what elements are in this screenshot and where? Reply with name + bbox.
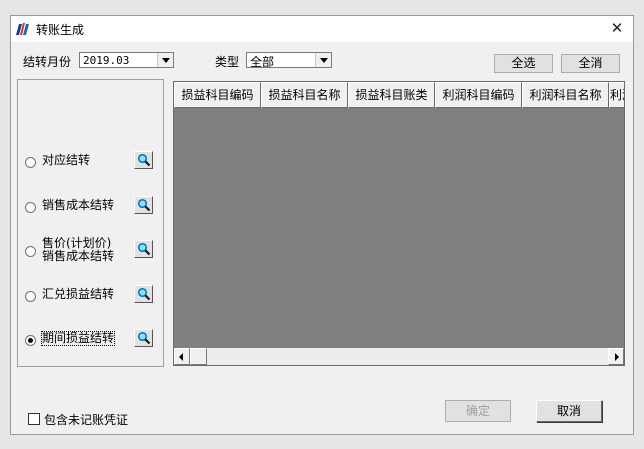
transfer-type-group [17,79,164,367]
scroll-left-icon[interactable] [174,348,190,365]
column-header[interactable]: 损益科目编码 [174,82,261,108]
chevron-down-icon[interactable] [157,53,173,67]
include-unposted-label: 包含未记账凭证 [44,413,129,427]
month-label: 结转月份 [23,55,72,69]
window-title: 转账生成 [36,23,85,37]
cancel-button[interactable]: 取消 [536,400,602,422]
option-label: 对应结转 [42,153,91,167]
month-value: 2019.03 [83,54,130,67]
scroll-thumb[interactable] [190,348,207,365]
magnifier-icon[interactable] [134,196,153,214]
title-bar: 转账生成 ✕ [11,16,633,42]
type-value: 全部 [250,55,275,69]
transfer-grid[interactable]: 损益科目编码 损益科目名称 损益科目账类 利润科目编码 利润科目名称 利润 [173,81,625,366]
radio-button[interactable] [25,202,36,213]
scroll-right-icon[interactable] [608,348,624,365]
horizontal-scrollbar[interactable] [174,348,624,365]
magnifier-icon[interactable] [134,151,153,169]
option-label: 期间损益结转 [40,331,116,346]
column-header[interactable]: 损益科目账类 [348,82,435,108]
scroll-track[interactable] [207,348,608,365]
column-header[interactable]: 利润科目名称 [522,82,609,108]
type-select[interactable]: 全部 [246,52,332,69]
book-icon [16,23,29,35]
type-label: 类型 [215,55,240,69]
magnifier-icon[interactable] [134,240,153,258]
month-select[interactable]: 2019.03 [79,52,174,68]
radio-button[interactable] [25,157,36,168]
option-label: 售价(计划价) 销售成本结转 [42,236,115,263]
grid-header: 损益科目编码 损益科目名称 损益科目账类 利润科目编码 利润科目名称 利润 [174,82,624,108]
magnifier-icon[interactable] [134,329,153,347]
column-header[interactable]: 损益科目名称 [261,82,348,108]
close-icon[interactable]: ✕ [607,18,627,38]
include-unposted-checkbox[interactable] [28,413,40,425]
column-header[interactable]: 利润科目编码 [435,82,522,108]
radio-button[interactable] [25,291,36,302]
deselect-all-button[interactable]: 全消 [561,54,620,73]
option-label: 汇兑损益结转 [42,287,115,301]
chevron-down-icon[interactable] [315,53,331,67]
select-all-button[interactable]: 全选 [494,54,553,73]
radio-button-selected[interactable] [25,335,36,346]
magnifier-icon[interactable] [134,285,153,303]
column-header[interactable]: 利润 [609,82,624,108]
confirm-button[interactable]: 确定 [445,400,511,422]
option-label: 销售成本结转 [42,198,115,212]
transfer-dialog: 转账生成 ✕ 结转月份 2019.03 类型 全部 全选 全消 对应结转 销售成… [10,15,634,435]
radio-button[interactable] [25,246,36,257]
